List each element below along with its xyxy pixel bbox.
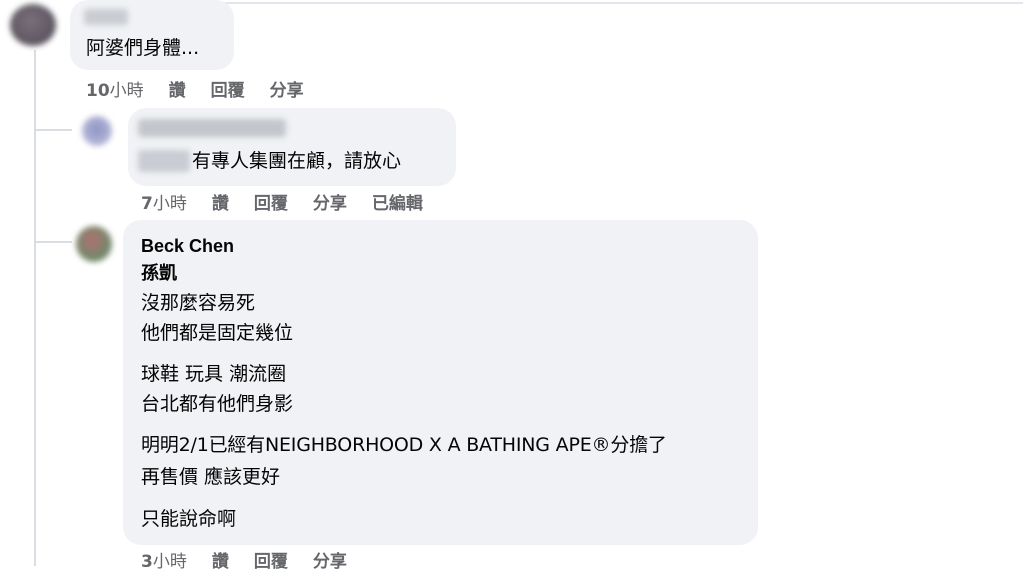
comment-bubble: 阿婆們身體...: [70, 0, 234, 70]
thread-connector-reply-2: [34, 241, 72, 243]
comment-text-line: 只能說命啊: [141, 508, 237, 530]
comment-text-line: 明明2/1已經有NEIGHBORHOOD X A BATHING APE®分擔了: [141, 434, 667, 456]
avatar[interactable]: [10, 4, 56, 46]
comment-text: 有專人集團在顧，請放心: [192, 150, 402, 172]
comment-actions: 10小時 讚 回覆 分享: [86, 76, 304, 101]
reply-button[interactable]: 回覆: [254, 189, 288, 214]
comment-actions: 7小時 讚 回覆 分享 已編輯: [141, 189, 423, 214]
timestamp[interactable]: 7小時: [141, 189, 187, 214]
comment-bubble: 有專人集團在顧，請放心: [128, 108, 456, 186]
comment-bubble: Beck Chen 孫凱 沒那麼容易死 他們都是固定幾位 球鞋 玩具 潮流圈 台…: [123, 220, 758, 545]
comment-text-line: 他們都是固定幾位: [141, 322, 294, 344]
like-button[interactable]: 讚: [212, 189, 229, 214]
comment-author[interactable]: Beck Chen: [141, 235, 234, 257]
share-button[interactable]: 分享: [313, 189, 347, 214]
share-button[interactable]: 分享: [270, 76, 304, 101]
mention-tag[interactable]: 孫凱: [141, 263, 177, 285]
comment-actions: 3小時 讚 回覆 分享: [141, 547, 347, 572]
thread-connector-reply-1: [34, 129, 72, 131]
comment-text-line: 台北都有他們身影: [141, 393, 294, 415]
author-name-blurred[interactable]: [84, 9, 128, 25]
avatar[interactable]: [82, 116, 112, 146]
avatar[interactable]: [76, 226, 112, 262]
timestamp[interactable]: 3小時: [141, 547, 187, 572]
timestamp[interactable]: 10小時: [86, 76, 144, 101]
author-name-blurred[interactable]: [138, 119, 286, 137]
share-button[interactable]: 分享: [313, 547, 347, 572]
comment-text: 阿婆們身體...: [86, 37, 200, 59]
top-divider: [150, 2, 1023, 4]
comment-text-line: 沒那麼容易死: [141, 292, 256, 314]
edited-label[interactable]: 已編輯: [372, 189, 423, 214]
thread-line-main: [34, 50, 36, 566]
reply-button[interactable]: 回覆: [211, 76, 245, 101]
like-button[interactable]: 讚: [169, 76, 186, 101]
comment-text-line: 再售價 應該更好: [141, 466, 281, 488]
comment-text-line: 球鞋 玩具 潮流圈: [141, 363, 287, 385]
reply-button[interactable]: 回覆: [254, 547, 288, 572]
mention-blurred[interactable]: [138, 150, 190, 172]
like-button[interactable]: 讚: [212, 547, 229, 572]
